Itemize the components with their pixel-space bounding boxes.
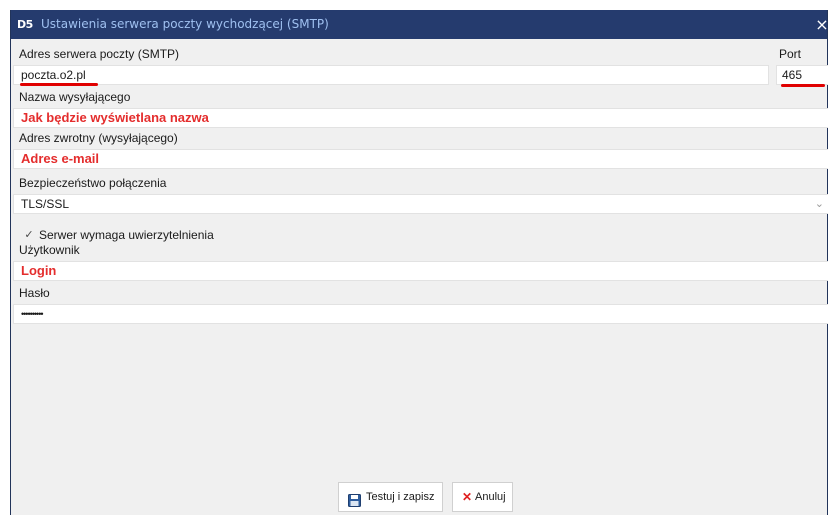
test-and-save-button[interactable]: Testuj i zapisz — [338, 482, 443, 512]
test-and-save-label: Testuj i zapisz — [366, 491, 435, 503]
security-label: Bezpieczeństwo połączenia — [19, 176, 167, 190]
reply-address-label: Adres zwrotny (wysyłającego) — [19, 131, 178, 145]
auth-checkbox-label: Serwer wymaga uwierzytelnienia — [39, 228, 214, 242]
sender-name-label: Nazwa wysyłającego — [19, 90, 131, 104]
port-label: Port — [779, 47, 802, 61]
reply-address-input[interactable]: Adres e-mail — [13, 149, 828, 169]
auth-checkbox[interactable]: ✓ — [23, 229, 35, 241]
smtp-settings-dialog: D5 Ustawienia serwera poczty wychodzącej… — [10, 10, 828, 515]
user-input[interactable]: Login — [13, 261, 828, 281]
app-logo-icon: D5 — [17, 18, 33, 31]
password-label: Hasło — [19, 286, 50, 300]
cancel-button[interactable]: ✕ Anuluj — [452, 482, 513, 512]
chevron-down-icon[interactable]: ⌄ — [815, 195, 824, 213]
sender-name-input[interactable]: Jak będzie wyświetlana nazwa — [13, 108, 828, 128]
password-input[interactable]: •••••••••• — [13, 304, 828, 324]
port-underline — [781, 84, 825, 87]
close-icon[interactable]: × — [815, 10, 828, 39]
security-select-value: TLS/SSL — [21, 197, 70, 211]
floppy-disk-icon — [348, 490, 361, 507]
server-address-input[interactable]: poczta.o2.pl — [13, 65, 769, 85]
x-icon: ✕ — [462, 490, 473, 504]
user-label: Użytkownik — [19, 243, 80, 257]
port-input[interactable]: 465 — [776, 65, 828, 85]
title-bar: D5 Ustawienia serwera poczty wychodzącej… — [11, 10, 828, 39]
window-title: Ustawienia serwera poczty wychodzącej (S… — [41, 17, 329, 31]
security-select[interactable]: TLS/SSL ⌄ — [13, 194, 828, 214]
server-address-label: Adres serwera poczty (SMTP) — [19, 47, 180, 61]
server-address-underline — [20, 83, 98, 86]
cancel-label: Anuluj — [475, 491, 506, 503]
